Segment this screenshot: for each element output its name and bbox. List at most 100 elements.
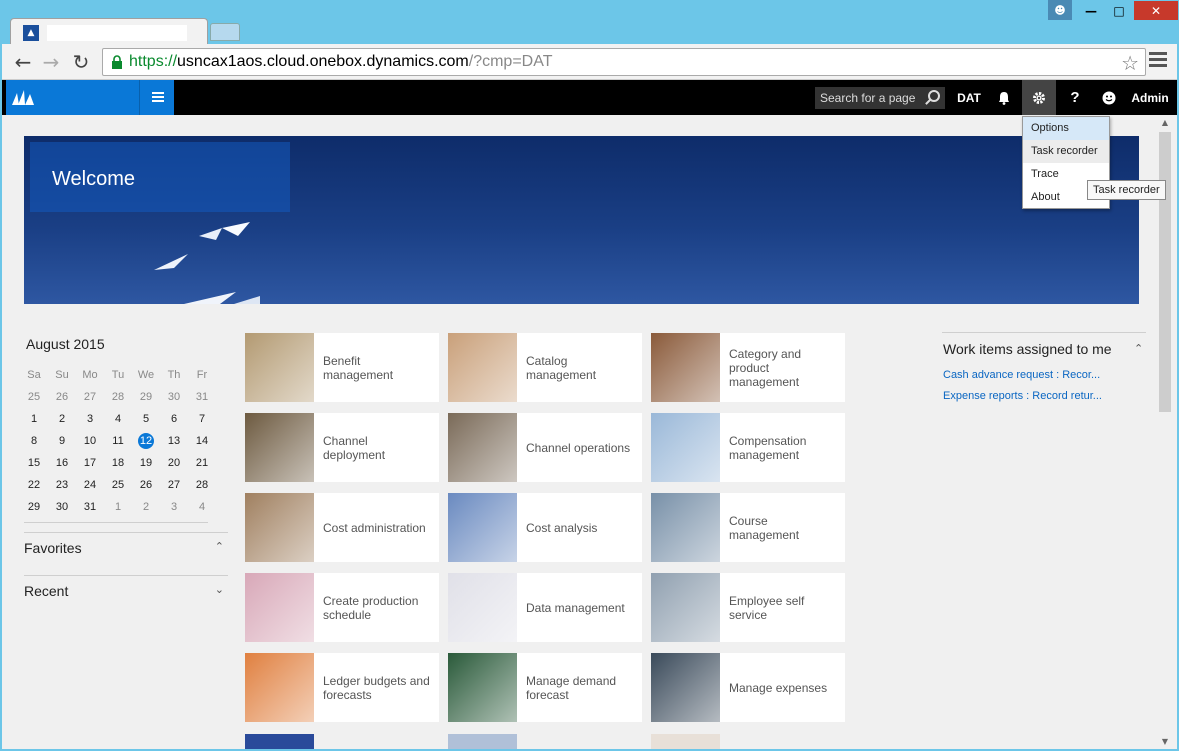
calendar-day[interactable]: 18 — [104, 452, 132, 474]
nav-menu-button[interactable] — [139, 80, 174, 115]
calendar-day[interactable]: 22 — [20, 474, 48, 496]
calendar-day[interactable]: 3 — [76, 408, 104, 430]
calendar-day[interactable]: 9 — [48, 430, 76, 452]
browser-menu-icon[interactable] — [1149, 52, 1167, 70]
calendar-day[interactable]: 13 — [160, 430, 188, 452]
calendar-day[interactable]: 14 — [188, 430, 216, 452]
forward-icon[interactable]: → — [40, 51, 62, 73]
menu-item-task-recorder[interactable]: Task recorder — [1023, 140, 1109, 163]
calendar-day[interactable]: 1 — [20, 408, 48, 430]
workspace-tile[interactable]: Manage expenses — [651, 653, 845, 722]
notifications-bell-icon[interactable] — [992, 80, 1016, 115]
calendar-day-number: 9 — [58, 435, 66, 447]
calendar-day[interactable]: 21 — [188, 452, 216, 474]
calendar-day[interactable]: 1 — [104, 496, 132, 518]
workspace-tile[interactable]: Compensation management — [651, 413, 845, 482]
search-icon[interactable] — [928, 90, 940, 102]
user-account-icon[interactable]: ☻ — [1048, 0, 1072, 20]
calendar-day[interactable]: 16 — [48, 452, 76, 474]
favorites-section-header[interactable]: Favorites ⌃ — [24, 540, 228, 556]
workspace-tile[interactable]: Manage demand forecast — [448, 653, 642, 722]
feedback-smiley-icon[interactable] — [1098, 80, 1120, 115]
calendar-day[interactable]: 6 — [160, 408, 188, 430]
calendar-day[interactable]: 28 — [104, 386, 132, 408]
menu-item-options[interactable]: Options — [1023, 117, 1109, 140]
chevron-up-icon[interactable]: ⌃ — [215, 540, 224, 553]
workspace-tile[interactable]: Employee self service — [651, 573, 845, 642]
calendar-day-number: 18 — [111, 457, 125, 469]
tile-label: Compensation management — [729, 433, 807, 462]
calendar-day[interactable]: 26 — [132, 474, 160, 496]
workspace-tile[interactable]: Data management — [448, 573, 642, 642]
calendar-day[interactable]: 15 — [20, 452, 48, 474]
calendar-day[interactable]: 20 — [160, 452, 188, 474]
workspace-tile[interactable]: Cost administration — [245, 493, 439, 562]
user-menu[interactable]: Admin — [1130, 80, 1170, 115]
calendar-weekday: Sa — [27, 369, 41, 381]
calendar-day[interactable]: 11 — [104, 430, 132, 452]
workspace-tile[interactable]: Cost analysis — [448, 493, 642, 562]
workspace-tile[interactable]: Category and product management — [651, 333, 845, 402]
calendar-day[interactable]: 17 — [76, 452, 104, 474]
workspace-tile[interactable]: Benefit management — [245, 333, 439, 402]
calendar-day[interactable]: 27 — [76, 386, 104, 408]
new-tab-button[interactable] — [210, 23, 240, 41]
minimize-button[interactable]: — — [1077, 1, 1105, 20]
calendar-day[interactable]: 4 — [188, 496, 216, 518]
recent-section-header[interactable]: Recent ⌄ — [24, 583, 228, 599]
calendar-day[interactable]: 31 — [76, 496, 104, 518]
settings-gear-icon[interactable] — [1022, 80, 1056, 115]
calendar-weekday: Tu — [111, 369, 125, 381]
calendar-day[interactable]: 25 — [20, 386, 48, 408]
scroll-down-arrow-icon[interactable]: ▼ — [1157, 735, 1173, 749]
browser-tab[interactable]: ▲ — [10, 18, 208, 46]
calendar-day[interactable]: 28 — [188, 474, 216, 496]
chevron-up-icon[interactable]: ⌃ — [1134, 342, 1143, 355]
favorites-label: Favorites — [24, 540, 82, 556]
calendar-day[interactable]: 4 — [104, 408, 132, 430]
bookmark-star-icon[interactable]: ☆ — [1121, 51, 1139, 75]
calendar-day[interactable]: 8 — [20, 430, 48, 452]
calendar-day[interactable]: 30 — [48, 496, 76, 518]
maximize-button[interactable]: □ — [1106, 1, 1132, 20]
workspace-tile[interactable]: Course management — [651, 493, 845, 562]
workspace-tile[interactable]: Channel operations — [448, 413, 642, 482]
calendar-day[interactable]: 2 — [132, 496, 160, 518]
calendar-day[interactable]: 10 — [76, 430, 104, 452]
address-bar[interactable]: https://usncax1aos.cloud.onebox.dynamics… — [102, 48, 1146, 76]
scroll-thumb[interactable] — [1159, 132, 1171, 412]
work-item-link[interactable]: Cash advance request : Recor... — [943, 369, 1100, 381]
work-item-link[interactable]: Expense reports : Record retur... — [943, 390, 1102, 402]
calendar-day[interactable]: 2 — [48, 408, 76, 430]
help-button[interactable]: ? — [1062, 80, 1088, 115]
calendar-day[interactable]: 7 — [188, 408, 216, 430]
workspace-tile[interactable]: Channel deployment — [245, 413, 439, 482]
scroll-up-arrow-icon[interactable]: ▲ — [1157, 116, 1173, 130]
calendar-day[interactable]: 5 — [132, 408, 160, 430]
calendar-day[interactable]: 29 — [20, 496, 48, 518]
calendar-day-number: 15 — [27, 457, 41, 469]
calendar-day[interactable]: 23 — [48, 474, 76, 496]
close-window-button[interactable]: ✕ — [1134, 1, 1178, 20]
calendar-day[interactable]: 27 — [160, 474, 188, 496]
calendar-day[interactable]: 24 — [76, 474, 104, 496]
reload-icon[interactable]: ↻ — [70, 51, 92, 73]
page-search-input[interactable]: Search for a page — [815, 87, 945, 109]
company-picker[interactable]: DAT — [954, 80, 984, 115]
calendar-day[interactable]: 31 — [188, 386, 216, 408]
workspace-tile[interactable]: Create production schedule — [245, 573, 439, 642]
calendar-day[interactable]: 25 — [104, 474, 132, 496]
dynamics-logo[interactable] — [6, 80, 140, 115]
calendar-day-number: 8 — [30, 435, 38, 447]
calendar-day-today[interactable]: 12 — [132, 430, 160, 452]
calendar-day[interactable]: 19 — [132, 452, 160, 474]
calendar-day[interactable]: 26 — [48, 386, 76, 408]
calendar-day[interactable]: 3 — [160, 496, 188, 518]
page-scrollbar[interactable]: ▲ ▼ — [1157, 116, 1173, 749]
calendar-day[interactable]: 30 — [160, 386, 188, 408]
back-icon[interactable]: ← — [12, 51, 34, 73]
chevron-down-icon[interactable]: ⌄ — [215, 583, 224, 596]
workspace-tile[interactable]: Ledger budgets and forecasts — [245, 653, 439, 722]
calendar-day[interactable]: 29 — [132, 386, 160, 408]
workspace-tile[interactable]: Catalog management — [448, 333, 642, 402]
